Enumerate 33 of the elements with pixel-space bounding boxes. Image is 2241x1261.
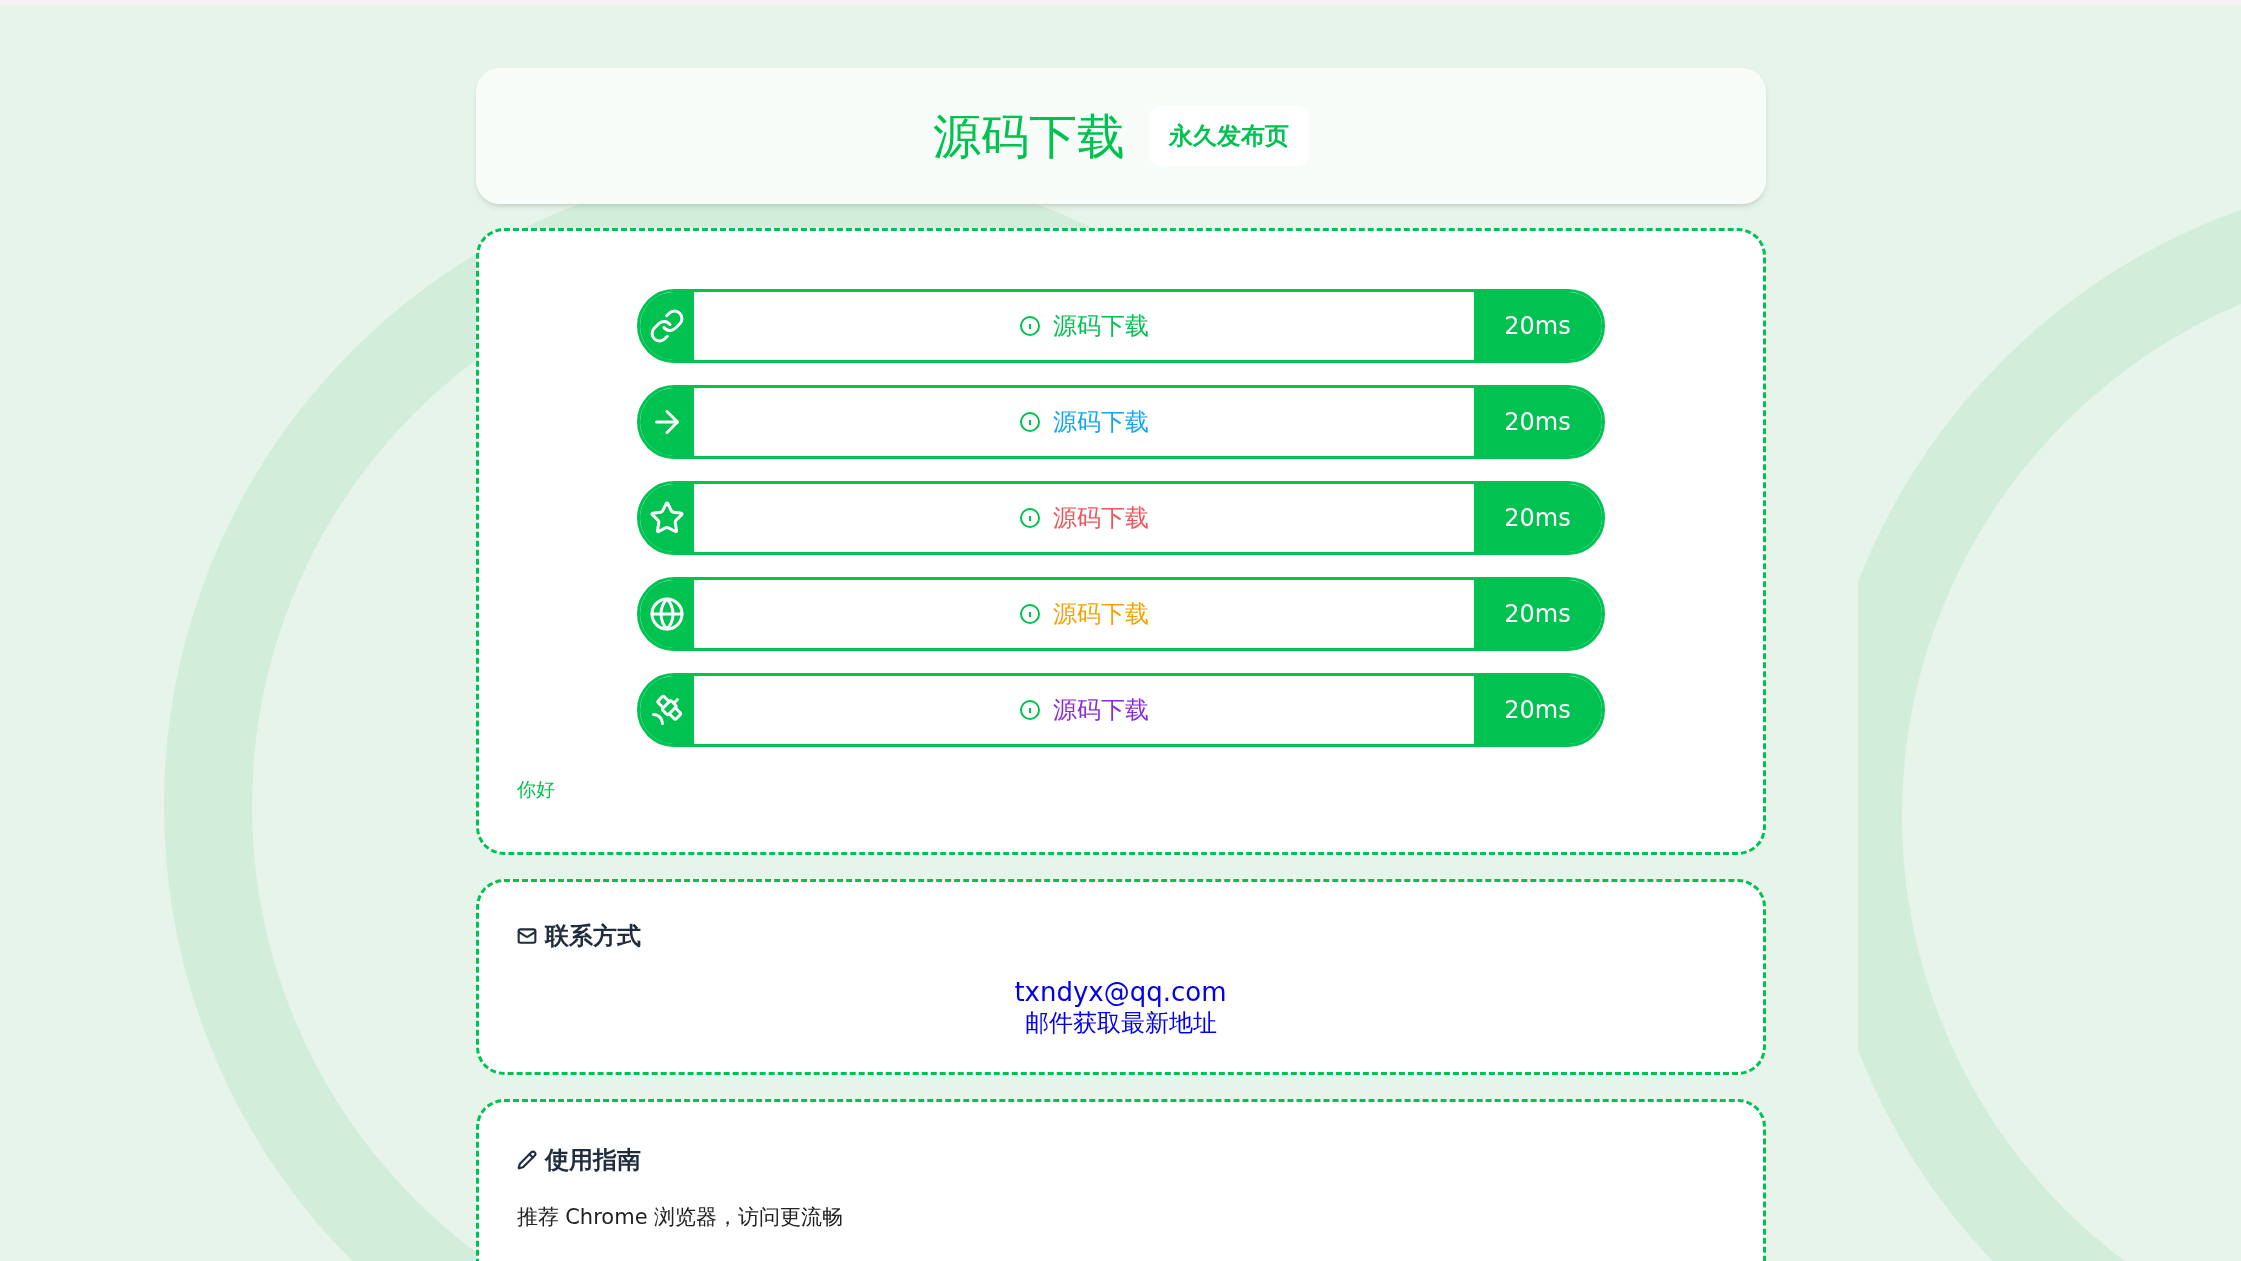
- info-icon: [1018, 699, 1041, 721]
- link-label: 源码下载: [1052, 599, 1149, 630]
- link-icon: [648, 308, 685, 344]
- email-hint: 邮件获取最新地址: [1024, 1007, 1217, 1038]
- star-icon: [648, 500, 685, 536]
- latency-text: 20ms: [1504, 695, 1571, 726]
- guide-text: 推荐 Chrome 浏览器，访问更流畅: [516, 1203, 845, 1231]
- info-icon: [1018, 507, 1041, 529]
- note-text: 你好: [516, 777, 556, 802]
- link-label: 源码下载: [1052, 503, 1149, 534]
- download-link[interactable]: 源码下载 20ms: [636, 481, 1605, 555]
- pencil-icon: [516, 1149, 537, 1170]
- download-link[interactable]: 源码下载 20ms: [636, 577, 1605, 651]
- latency-text: 20ms: [1504, 599, 1571, 630]
- latency-text: 20ms: [1504, 503, 1571, 534]
- info-icon: [1018, 603, 1041, 625]
- download-link[interactable]: 源码下载 20ms: [636, 385, 1605, 459]
- latency-text: 20ms: [1504, 407, 1571, 438]
- section-title: 联系方式: [544, 920, 641, 952]
- badge: 永久发布页: [1148, 106, 1309, 166]
- email-link[interactable]: txndyx@qq.com: [1014, 975, 1227, 1008]
- latency-text: 20ms: [1504, 311, 1571, 342]
- page-title: 源码下载: [932, 107, 1125, 166]
- mail-icon: [516, 925, 537, 946]
- download-link[interactable]: 源码下载 20ms: [636, 673, 1605, 747]
- link-label: 源码下载: [1052, 311, 1149, 342]
- download-link[interactable]: 源码下载 20ms: [636, 289, 1605, 363]
- link-label: 源码下载: [1052, 407, 1149, 438]
- info-icon: [1018, 315, 1041, 337]
- globe-icon: [648, 596, 685, 632]
- section-title: 使用指南: [544, 1144, 641, 1176]
- link-label: 源码下载: [1052, 695, 1149, 726]
- info-icon: [1018, 411, 1041, 433]
